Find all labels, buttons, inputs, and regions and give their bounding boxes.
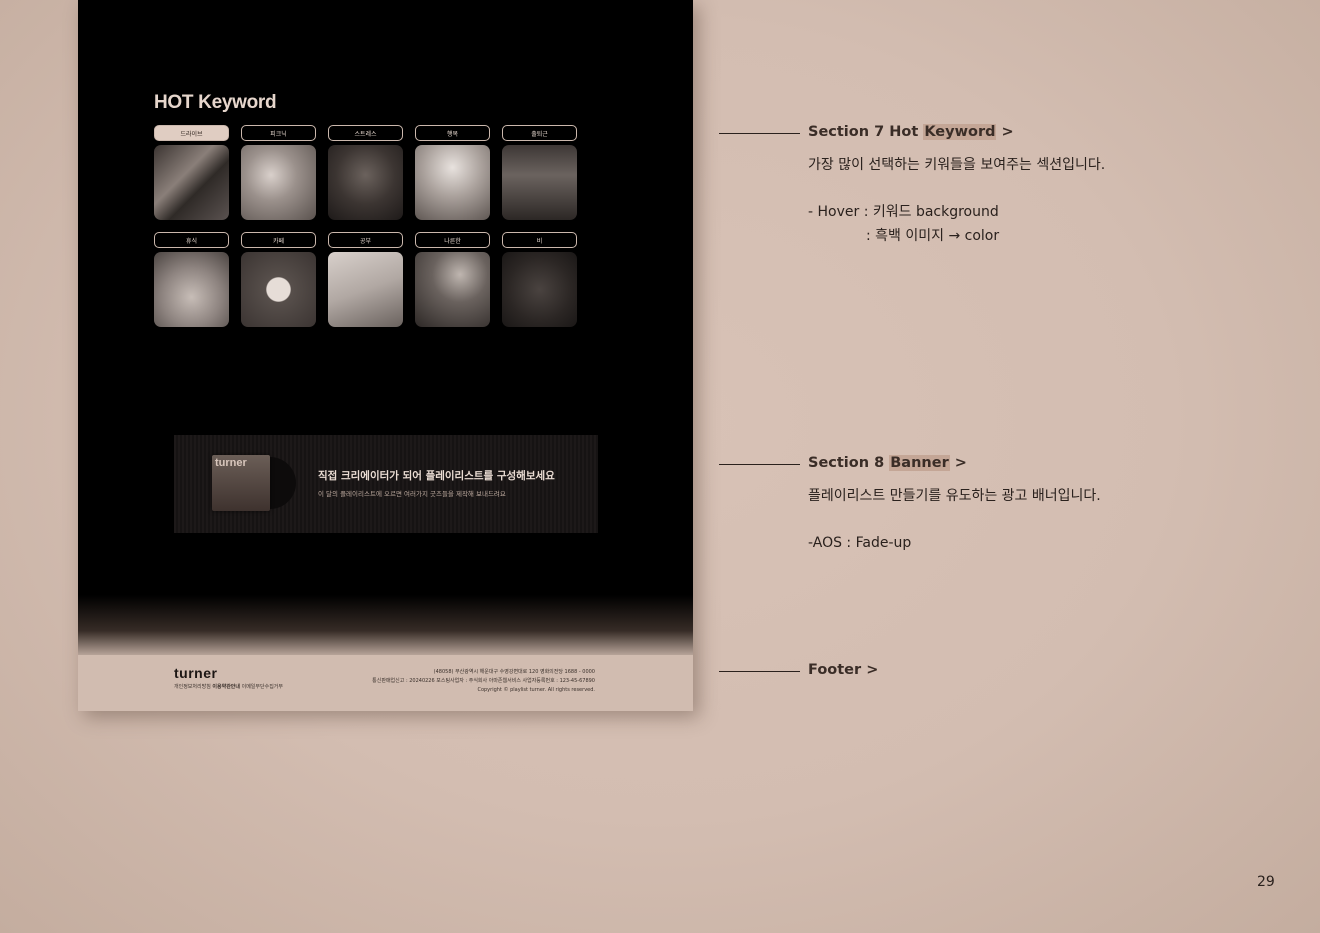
keyword-button-rain[interactable]: 비 [502, 232, 577, 248]
section8-title-highlight: Banner [889, 455, 950, 471]
footer-copyright: Copyright © playlist turner. All rights … [477, 687, 595, 693]
footer-fade [78, 595, 693, 660]
banner-title: 직접 크리에이터가 되어 플레이리스트를 구성해보세요 [318, 470, 555, 482]
keyword-button-stress[interactable]: 스트레스 [328, 125, 403, 141]
keyword-image[interactable] [502, 252, 577, 327]
section7-title: Section 7 Hot Keyword > [808, 124, 1014, 140]
banner-subtitle: 이 달의 플레이리스트에 오르면 여러가지 굿즈들을 제작해 보내드려요 [318, 490, 506, 498]
section7-description: 가장 많이 선택하는 키워들을 보여주는 섹션입니다. [808, 157, 1106, 173]
hot-keyword-title: HOT Keyword [154, 92, 277, 113]
keyword-button-drive[interactable]: 드라이브 [154, 125, 229, 141]
keyword-image[interactable] [154, 145, 229, 220]
terms-link[interactable]: 이용약관안내 [212, 684, 240, 690]
keyword-image[interactable] [241, 145, 316, 220]
footer-info: (48058) 부산광역시 해운대구 수영강변대로 120 영화의전당 1688… [372, 668, 595, 695]
keyword-image[interactable] [154, 252, 229, 327]
keyword-image[interactable] [328, 252, 403, 327]
keyword-card[interactable]: 피크닉 [241, 125, 316, 220]
keyword-image[interactable] [328, 145, 403, 220]
section7-hover-note-2: : 흑백 이미지 → color [866, 228, 1000, 244]
site-footer: turner 개인정보처리방침 이용약관안내 이메일무단수집거부 (48058)… [78, 655, 693, 711]
page-number: 29 [1257, 874, 1275, 890]
keyword-card[interactable]: 드라이브 [154, 125, 229, 220]
keyword-card[interactable]: 나른한 [415, 232, 490, 327]
footer-address: (48058) 부산광역시 해운대구 수영강변대로 120 영화의전당 1688… [433, 669, 595, 675]
keyword-grid: 드라이브 피크닉 스트레스 행복 출퇴근 휴식 카페 공부 나른한 비 [154, 125, 580, 327]
keyword-button-study[interactable]: 공부 [328, 232, 403, 248]
email-refusal-link[interactable]: 이메일무단수집거부 [242, 684, 283, 690]
ad-banner[interactable]: turner 직접 크리에이터가 되어 플레이리스트를 구성해보세요 이 달의 … [174, 435, 598, 533]
keyword-card[interactable]: 휴식 [154, 232, 229, 327]
keyword-card[interactable]: 비 [502, 232, 577, 327]
keyword-card[interactable]: 카페 [241, 232, 316, 327]
keyword-image[interactable] [415, 252, 490, 327]
section7-title-highlight: Keyword [923, 124, 997, 140]
website-mockup: HOT Keyword 드라이브 피크닉 스트레스 행복 출퇴근 휴식 카페 공… [78, 0, 693, 711]
section8-description: 플레이리스트 만들기를 유도하는 광고 배너입니다. [808, 488, 1101, 504]
keyword-card[interactable]: 스트레스 [328, 125, 403, 220]
album-cover: turner [212, 455, 270, 511]
keyword-button-cafe[interactable]: 카페 [241, 232, 316, 248]
privacy-policy-link[interactable]: 개인정보처리방침 [174, 684, 211, 690]
keyword-card[interactable]: 행복 [415, 125, 490, 220]
footer-links: 개인정보처리방침 이용약관안내 이메일무단수집거부 [174, 683, 283, 690]
section8-title-prefix: Section 8 [808, 455, 890, 471]
footer-leader-line [719, 671, 800, 672]
section8-leader-line [719, 464, 800, 465]
footer-logo[interactable]: turner [174, 665, 217, 681]
keyword-button-commute[interactable]: 출퇴근 [502, 125, 577, 141]
keyword-image[interactable] [415, 145, 490, 220]
album-logo: turner [215, 457, 247, 469]
keyword-button-picnic[interactable]: 피크닉 [241, 125, 316, 141]
keyword-card[interactable]: 공부 [328, 232, 403, 327]
section7-leader-line [719, 133, 800, 134]
keyword-button-happy[interactable]: 행복 [415, 125, 490, 141]
footer-section-title: Footer > [808, 662, 879, 678]
keyword-card[interactable]: 출퇴근 [502, 125, 577, 220]
section7-title-suffix: > [996, 124, 1014, 140]
keyword-button-lazy[interactable]: 나른한 [415, 232, 490, 248]
section8-aos-note: -AOS : Fade-up [808, 535, 912, 551]
keyword-image[interactable] [502, 145, 577, 220]
footer-business-info: 통신판매업신고 : 20240226 포스팅사업자 : 주식회사 아마존웹서비스… [372, 678, 595, 684]
section8-title: Section 8 Banner > [808, 455, 967, 471]
section8-title-suffix: > [949, 455, 967, 471]
keyword-image[interactable] [241, 252, 316, 327]
keyword-button-rest[interactable]: 휴식 [154, 232, 229, 248]
section7-hover-note: - Hover : 키워드 background [808, 204, 999, 220]
section7-title-prefix: Section 7 Hot [808, 124, 924, 140]
